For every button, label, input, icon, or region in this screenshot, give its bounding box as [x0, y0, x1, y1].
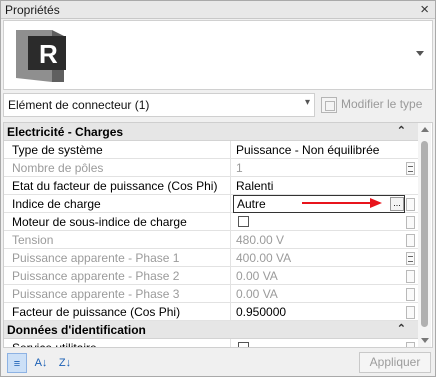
property-name: Type de système	[4, 141, 231, 159]
sort-za-icon[interactable]: Z↓	[55, 353, 75, 373]
properties-window: Propriétés × R Elément de connecteur (1)…	[0, 0, 436, 377]
property-value: 400.00 VA	[236, 251, 292, 265]
property-value: 0.00 VA	[236, 269, 278, 283]
checkbox-icon[interactable]	[238, 216, 249, 227]
sort-az-icon[interactable]: A↓	[31, 353, 51, 373]
type-selector[interactable]: R	[3, 20, 433, 90]
property-name: Tension	[4, 231, 231, 249]
property-value[interactable]: Ralenti	[232, 177, 404, 195]
logo-letter: R	[39, 39, 58, 69]
scroll-thumb[interactable]	[421, 141, 428, 327]
filter-selected: Elément de connecteur (1)	[8, 98, 150, 112]
associate-parameter-button[interactable]	[406, 216, 415, 229]
row-facteur-puissance: Facteur de puissance (Cos Phi) 0.950000	[4, 303, 418, 321]
row-tension: Tension 480.00 V	[4, 231, 418, 249]
properties-grid: Electricité - Charges ⌃ Type de système …	[3, 122, 433, 348]
collapse-icon[interactable]: ⌃	[397, 124, 406, 137]
property-name: Facteur de puissance (Cos Phi)	[4, 303, 231, 321]
row-moteur-sous-indice: Moteur de sous-indice de charge	[4, 213, 418, 231]
property-name: Etat du facteur de puissance (Cos Phi)	[4, 177, 231, 195]
group-header-electricite[interactable]: Electricité - Charges ⌃	[4, 123, 418, 141]
row-service-utilitaire: Service utilitaire	[4, 339, 418, 347]
revit-logo: R	[16, 30, 66, 82]
property-value[interactable]: 0.950000	[232, 303, 404, 321]
collapse-icon[interactable]: ⌃	[397, 322, 406, 335]
close-icon[interactable]: ×	[420, 1, 429, 19]
group-header-donnees-identification[interactable]: Données d'identification ⌃	[4, 321, 418, 339]
filter-dropdown[interactable]: Elément de connecteur (1) ▾	[3, 93, 315, 117]
load-class-field[interactable]: Autre ...	[233, 195, 405, 213]
property-name: Indice de charge	[4, 195, 231, 213]
browse-button[interactable]: ...	[390, 197, 404, 211]
associate-parameter-button[interactable]	[406, 342, 415, 347]
property-name: Puissance apparente - Phase 3	[4, 285, 231, 303]
associate-parameter-button[interactable]	[406, 162, 415, 175]
group-label: Electricité - Charges	[7, 125, 124, 139]
sort-category-icon[interactable]: ≡	[7, 353, 27, 373]
associate-parameter-button[interactable]	[406, 234, 415, 247]
window-title: Propriétés	[5, 3, 60, 17]
edit-type-icon	[321, 97, 337, 113]
property-name: Nombre de pôles	[4, 159, 231, 177]
row-nombre-de-poles: Nombre de pôles 1	[4, 159, 418, 177]
associate-parameter-button[interactable]	[406, 270, 415, 283]
associate-parameter-button[interactable]	[406, 306, 415, 319]
property-name: Moteur de sous-indice de charge	[4, 213, 231, 231]
property-name: Puissance apparente - Phase 2	[4, 267, 231, 285]
edit-type-label: Modifier le type	[341, 97, 423, 111]
scroll-up-icon[interactable]	[421, 127, 429, 132]
vertical-scrollbar[interactable]	[418, 123, 431, 347]
edit-type-button[interactable]: Modifier le type	[319, 93, 433, 117]
row-puissance-phase-1: Puissance apparente - Phase 1 400.00 VA	[4, 249, 418, 267]
row-puissance-phase-2: Puissance apparente - Phase 2 0.00 VA	[4, 267, 418, 285]
associate-parameter-button[interactable]	[406, 198, 415, 211]
property-value: 0.00 VA	[236, 287, 278, 301]
property-value: 1	[236, 161, 243, 175]
apply-button[interactable]: Appliquer	[359, 352, 431, 373]
property-value[interactable]: Puissance - Non équilibrée	[232, 141, 404, 159]
chevron-down-icon: ▾	[304, 97, 310, 108]
property-name: Service utilitaire	[4, 339, 231, 347]
scroll-down-icon[interactable]	[421, 338, 429, 343]
property-value	[232, 213, 404, 231]
dropdown-arrow-icon[interactable]	[416, 51, 424, 56]
property-value: Autre	[237, 197, 266, 211]
filter-row: Elément de connecteur (1) ▾ Modifier le …	[3, 93, 433, 117]
group-label: Données d'identification	[7, 323, 146, 337]
associate-parameter-button[interactable]	[406, 252, 415, 265]
row-indice-de-charge: Indice de charge Autre ...	[4, 195, 418, 213]
title-bar: Propriétés ×	[1, 1, 435, 19]
property-value	[232, 339, 404, 347]
row-type-de-systeme: Type de système Puissance - Non équilibr…	[4, 141, 418, 159]
row-puissance-phase-3: Puissance apparente - Phase 3 0.00 VA	[4, 285, 418, 303]
associate-parameter-button[interactable]	[406, 288, 415, 301]
property-name: Puissance apparente - Phase 1	[4, 249, 231, 267]
row-etat-facteur-puissance: Etat du facteur de puissance (Cos Phi) R…	[4, 177, 418, 195]
property-value: 480.00 V	[236, 233, 285, 247]
bottom-bar: ≡ A↓ Z↓ Appliquer	[3, 351, 433, 375]
checkbox-icon[interactable]	[238, 342, 249, 347]
